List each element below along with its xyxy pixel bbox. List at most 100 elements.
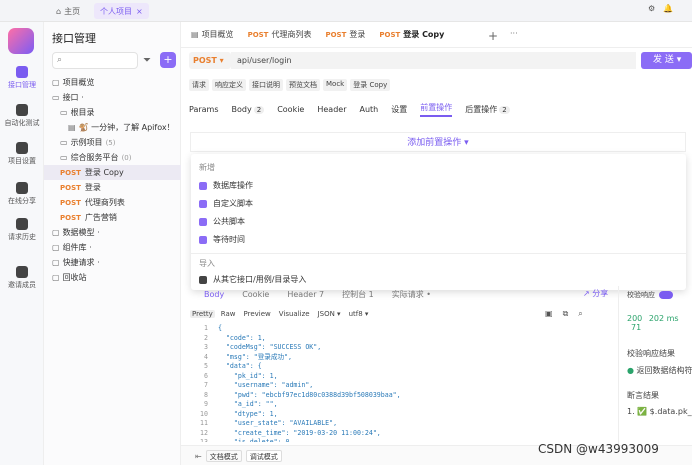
tree-item[interactable]: ▭ 综合服务平台 (0) [44, 150, 181, 165]
param-tab[interactable]: Params [189, 105, 219, 114]
item-icon: ▢ [52, 243, 60, 252]
tree-api-item[interactable]: POST 登录 [44, 180, 181, 195]
tree-item[interactable]: ▢ 快捷请求 · [44, 255, 181, 270]
param-tab-label: 设置 [391, 104, 408, 114]
validate-toggle[interactable]: 校验响应 [627, 290, 684, 300]
close-icon[interactable]: × [136, 7, 143, 16]
gear-icon[interactable]: ⚙ [648, 4, 655, 13]
doc-subtab[interactable]: Mock [323, 79, 348, 91]
add-button[interactable]: + [160, 52, 176, 68]
code-line: 7 "username": "admin", [190, 381, 610, 391]
save-icon[interactable]: ▣ [545, 309, 553, 319]
url-input[interactable]: api/user/login [231, 52, 636, 69]
line-number: 2 [204, 333, 208, 342]
rail-item-5[interactable]: 邀请成员 [0, 266, 44, 290]
bell-icon[interactable]: 🔔 [663, 4, 673, 13]
response-tab[interactable]: Header 7 [287, 290, 324, 299]
editor-tab[interactable]: POST 代理商列表 [248, 29, 312, 40]
doc-subtab[interactable]: 登录 Copy [350, 79, 391, 91]
format-tab[interactable]: Pretty [190, 310, 215, 318]
share-button[interactable]: ↗ 分享 [583, 288, 608, 299]
response-tab[interactable]: Cookie [242, 290, 269, 299]
toggle-switch[interactable] [659, 291, 673, 299]
param-tab[interactable]: 设置 [391, 104, 407, 115]
rail-item-1[interactable]: 自动化测试 [0, 104, 44, 128]
doc-subtab[interactable]: 预览文档 [286, 79, 320, 91]
tree-item[interactable]: ▢ 数据模型 · [44, 225, 181, 240]
param-tab[interactable]: Body 2 [232, 105, 265, 114]
tree-label: 快捷请求 · [62, 258, 100, 267]
tree-item[interactable]: ▢ 项目概览 [44, 75, 181, 90]
response-tab[interactable]: Body [204, 290, 224, 299]
tree-item[interactable]: ▢ 组件库 · [44, 240, 181, 255]
code-text: "user_state": "AVAILABLE", [218, 419, 338, 427]
code-text: "dtype": 1, [218, 409, 278, 418]
response-tab[interactable]: 实际请求 • [392, 289, 431, 300]
send-button[interactable]: 发 送 ▾ [641, 52, 692, 69]
format-tab[interactable]: utf8 ▾ [347, 310, 371, 318]
doc-subtab[interactable]: 请求 [189, 79, 209, 91]
tree-api-item[interactable]: POST 登录 Copy [44, 165, 181, 180]
pre-op-item[interactable]: 数据库操作 [191, 177, 686, 195]
method-select[interactable]: POST ▾ [189, 52, 231, 69]
filter-icon[interactable]: ⏷ [143, 55, 151, 66]
editor-tab[interactable]: POST 登录 Copy [379, 29, 444, 40]
doc-subtab[interactable]: 响应定义 [212, 79, 246, 91]
line-number: 6 [204, 371, 208, 380]
tree-item[interactable]: ▢ 回收站 [44, 270, 181, 285]
add-pre-op-button[interactable]: 添加前置操作 ▾ [190, 132, 686, 152]
format-tab[interactable]: Visualize [277, 310, 312, 318]
tree-item[interactable]: ▭ 根目录 [44, 105, 181, 120]
search-icon[interactable]: ⌕ [578, 309, 582, 319]
pre-op-item[interactable]: 自定义脚本 [191, 195, 686, 213]
line-number: 4 [204, 352, 208, 361]
project-tab[interactable]: 个人项目 × [94, 3, 149, 19]
more-icon[interactable]: ··· [510, 29, 518, 38]
response-size: 71 [631, 323, 642, 332]
debug-mode-button[interactable]: 调试模式 [245, 450, 282, 462]
tree-api-item[interactable]: POST 代理商列表 [44, 195, 181, 210]
tree-item[interactable]: ▭ 示例项目 (5) [44, 135, 181, 150]
param-tab-badge: 2 [253, 105, 265, 114]
format-tab[interactable]: JSON ▾ [316, 310, 343, 318]
item-icon: ▢ [52, 228, 60, 237]
search-input[interactable]: ⌕ [52, 52, 138, 69]
rail-item-2[interactable]: 项目设置 [0, 142, 44, 166]
history-icon [16, 218, 28, 230]
top-right-tools: ⚙ 🔔 [648, 4, 673, 13]
line-number: 8 [204, 390, 208, 399]
param-tab[interactable]: Header [317, 105, 346, 114]
param-tab[interactable]: 前置操作 [420, 102, 453, 117]
line-number: 10 [200, 409, 208, 418]
method-label: POST [60, 214, 81, 222]
param-tab[interactable]: Auth [360, 105, 379, 114]
pre-op-item[interactable]: 公共脚本 [191, 213, 686, 231]
pre-op-item[interactable]: 等待时间 [191, 231, 686, 249]
editor-tab[interactable]: ▤ 项目概览 [191, 29, 234, 40]
line-number: 11 [200, 419, 208, 427]
tab-label: 项目概览 [201, 30, 234, 39]
editor-tab[interactable]: POST 登录 [325, 29, 365, 40]
new-tab-button[interactable]: + [488, 29, 498, 43]
doc-mode-button[interactable]: 文档模式 [205, 450, 242, 462]
rail-item-0[interactable]: 接口管理 [0, 66, 44, 90]
copy-icon[interactable]: ⧉ [563, 309, 569, 319]
folder-icon: ▭ [52, 93, 60, 102]
param-tab[interactable]: Cookie [277, 105, 304, 114]
rail-item-4[interactable]: 请求历史 [0, 218, 44, 242]
tree-item[interactable]: ▭ 接口 · [44, 90, 181, 105]
method-label: POST [247, 31, 269, 39]
rail-item-3[interactable]: 在线分享 [0, 182, 44, 206]
doc-subtab[interactable]: 接口说明 [249, 79, 283, 91]
param-tab[interactable]: 后置操作 2 [465, 104, 510, 115]
format-tab[interactable]: Raw [219, 310, 238, 318]
home-link[interactable]: ⌂ 主页 [56, 4, 80, 18]
tree-item[interactable]: ▤ 🐒 一分钟，了解 Apifox！ [44, 120, 181, 135]
collapse-icon[interactable]: ⇤ [195, 452, 202, 461]
format-tab[interactable]: Preview [242, 310, 273, 318]
tree-api-item[interactable]: POST 广告营销 [44, 210, 181, 225]
check-item: ● 返回数据结构符 [627, 366, 692, 375]
app-logo [8, 28, 34, 54]
response-tab[interactable]: 控制台 1 [342, 289, 374, 300]
rail-item-label: 邀请成员 [8, 281, 36, 289]
